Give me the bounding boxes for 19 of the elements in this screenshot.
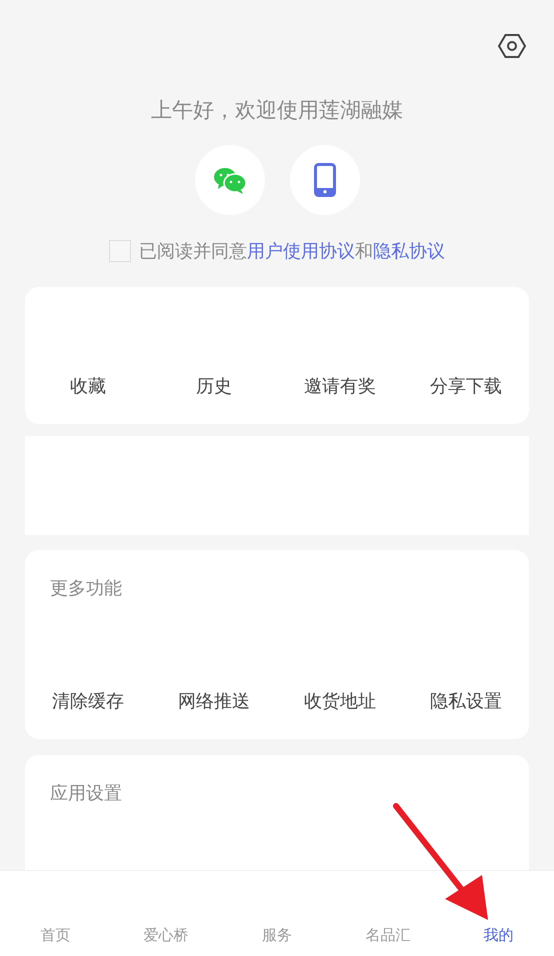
function-item[interactable]: 网络推送 <box>178 689 250 715</box>
settings-icon[interactable] <box>498 32 526 60</box>
function-item[interactable]: 清除缓存 <box>52 689 124 715</box>
quick-action-item[interactable]: 历史 <box>196 374 232 400</box>
section-title: 更多功能 <box>49 577 123 601</box>
function-item[interactable]: 隐私设置 <box>430 689 502 715</box>
phone-icon <box>314 163 336 197</box>
quick-action-item[interactable]: 邀请有奖 <box>304 374 376 400</box>
section-title: 应用设置 <box>49 782 123 806</box>
agreement-checkbox[interactable] <box>109 240 131 262</box>
quick-action-item[interactable]: 收藏 <box>70 374 106 400</box>
quick-action-item[interactable]: 分享下载 <box>430 374 502 400</box>
function-item[interactable]: 收货地址 <box>304 689 376 715</box>
agreement-link[interactable]: 用户使用协议 <box>247 241 355 262</box>
tab-item[interactable]: 我的 <box>484 925 514 945</box>
greeting-text: 上午好，欢迎使用莲湖融媒 <box>150 97 404 124</box>
agreement-link[interactable]: 隐私协议 <box>373 241 445 262</box>
agreement-text: 已阅读并同意用户使用协议和隐私协议 <box>139 240 445 263</box>
chat-bubbles-icon <box>212 166 246 194</box>
